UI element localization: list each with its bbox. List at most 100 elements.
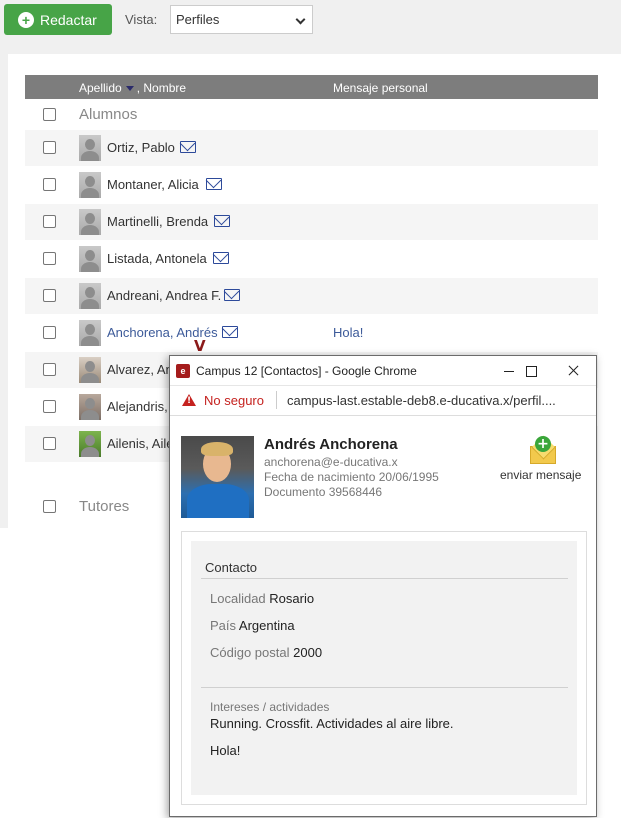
profile-popup-window: e Campus 12 [Contactos] - Google Chrome … — [169, 355, 597, 817]
field-pais-value: Argentina — [238, 618, 295, 633]
chevron-down-icon — [295, 14, 306, 25]
table-row[interactable]: Andreani, Andrea F. — [25, 278, 598, 314]
row-checkbox[interactable] — [43, 437, 56, 450]
table-row[interactable]: Martinelli, Brenda — [25, 204, 598, 240]
avatar — [79, 320, 101, 346]
field-codigo-postal-value: 2000 — [293, 645, 323, 660]
row-name[interactable]: Ailenis, Aile — [107, 436, 173, 451]
column-nombre[interactable]: , Nombre — [137, 81, 186, 95]
field-pais: País Argentina — [210, 618, 295, 633]
personal-message-text: Hola! — [210, 743, 241, 758]
minimize-icon[interactable] — [500, 362, 518, 380]
profile-details-card: Contacto Localidad Rosario País Argentin… — [191, 541, 577, 795]
left-margin — [0, 54, 8, 528]
field-codigo-postal: Código postal 2000 — [210, 645, 322, 660]
envelope-icon[interactable] — [222, 326, 238, 338]
field-pais-label: País — [210, 618, 237, 633]
divider — [201, 578, 568, 579]
row-name[interactable]: Alejandris, — [107, 399, 168, 414]
column-header-name[interactable]: Apellido , Nombre — [79, 81, 186, 95]
field-codigo-postal-label: Código postal — [210, 645, 290, 660]
cursor-marker: V — [194, 337, 206, 355]
envelope-icon[interactable] — [214, 215, 230, 227]
table-row[interactable]: Montaner, Alicia — [25, 167, 598, 203]
envelope-icon[interactable] — [213, 252, 229, 264]
row-name[interactable]: Ortiz, Pablo — [107, 140, 175, 155]
interests-title: Intereses / actividades — [210, 700, 330, 714]
send-message-icon[interactable]: + — [530, 436, 558, 464]
app-icon: e — [176, 364, 190, 378]
photo-hair — [201, 442, 233, 456]
group-tutores-checkbox[interactable] — [43, 500, 56, 513]
row-name[interactable]: Alvarez, An — [107, 362, 173, 377]
maximize-icon[interactable] — [522, 362, 540, 380]
column-apellido[interactable]: Apellido — [79, 81, 122, 95]
profile-details: Contacto Localidad Rosario País Argentin… — [181, 531, 587, 805]
toolbar: + Redactar Vista: Perfiles — [0, 0, 621, 54]
envelope-icon[interactable] — [224, 289, 240, 301]
personal-message: Hola! — [333, 325, 364, 340]
vista-label: Vista: — [125, 12, 158, 27]
close-icon[interactable] — [565, 362, 583, 380]
group-alumnos-checkbox[interactable] — [43, 108, 56, 121]
profile-photo — [181, 436, 254, 518]
redactar-button[interactable]: + Redactar — [4, 4, 112, 35]
table-row[interactable]: Ortiz, Pablo — [25, 130, 598, 166]
window-titlebar[interactable]: e Campus 12 [Contactos] - Google Chrome — [170, 356, 596, 386]
avatar — [79, 431, 101, 457]
field-localidad-value: Rosario — [269, 591, 315, 606]
avatar — [79, 172, 101, 198]
interests-text: Running. Crossfit. Actividades al aire l… — [210, 716, 454, 731]
divider — [276, 391, 277, 409]
row-name[interactable]: Montaner, Alicia — [107, 177, 199, 192]
group-tutores-label: Tutores — [79, 498, 130, 515]
row-checkbox[interactable] — [43, 178, 56, 191]
table-header: Apellido , Nombre Mensaje personal — [25, 75, 598, 99]
contact-section-title: Contacto — [205, 560, 258, 575]
send-message-link[interactable]: enviar mensaje — [500, 468, 581, 482]
profile-name: Andrés Anchorena — [264, 436, 398, 453]
table-row[interactable]: Listada, Antonela — [25, 241, 598, 277]
group-alumnos: Alumnos — [25, 99, 598, 131]
row-checkbox[interactable] — [43, 326, 56, 339]
row-name[interactable]: Martinelli, Brenda — [107, 214, 208, 229]
avatar — [79, 394, 101, 420]
address-bar[interactable]: ! No seguro campus-last.estable-deb8.e-d… — [170, 386, 596, 416]
divider — [201, 687, 568, 688]
avatar — [79, 246, 101, 272]
plus-icon: + — [18, 11, 34, 28]
group-alumnos-label: Alumnos — [79, 106, 138, 123]
avatar — [79, 357, 101, 383]
field-localidad-label: Localidad — [210, 591, 266, 606]
warning-icon: ! — [182, 394, 196, 406]
photo-body — [187, 484, 249, 518]
row-checkbox[interactable] — [43, 289, 56, 302]
row-name[interactable]: Andreani, Andrea F. — [107, 288, 221, 303]
sort-down-icon[interactable] — [125, 86, 134, 92]
row-checkbox[interactable] — [43, 400, 56, 413]
plus-icon: + — [535, 436, 551, 452]
profile-birthdate: Fecha de nacimiento 20/06/1995 — [264, 470, 439, 484]
profile-email: anchorena@e-ducativa.x — [264, 455, 398, 469]
window-title: Campus 12 [Contactos] - Google Chrome — [196, 364, 417, 378]
row-checkbox[interactable] — [43, 252, 56, 265]
row-name[interactable]: Listada, Antonela — [107, 251, 207, 266]
table-row[interactable]: Anchorena, Andrés Hola! — [25, 315, 598, 351]
envelope-icon[interactable] — [206, 178, 222, 190]
avatar — [79, 209, 101, 235]
envelope-icon[interactable] — [180, 141, 196, 153]
row-checkbox[interactable] — [43, 215, 56, 228]
page: + Redactar Vista: Perfiles Apellido , Nom… — [0, 0, 621, 818]
vista-select-value: Perfiles — [176, 12, 220, 27]
vista-select[interactable]: Perfiles — [170, 5, 313, 34]
row-checkbox[interactable] — [43, 141, 56, 154]
row-checkbox[interactable] — [43, 363, 56, 376]
profile-document: Documento 39568446 — [264, 485, 383, 499]
field-localidad: Localidad Rosario — [210, 591, 314, 606]
url-text[interactable]: campus-last.estable-deb8.e-ducativa.x/pe… — [287, 393, 556, 408]
column-header-message: Mensaje personal — [333, 81, 428, 95]
redactar-label: Redactar — [40, 11, 97, 28]
security-status[interactable]: No seguro — [204, 393, 264, 408]
avatar — [79, 135, 101, 161]
avatar — [79, 283, 101, 309]
